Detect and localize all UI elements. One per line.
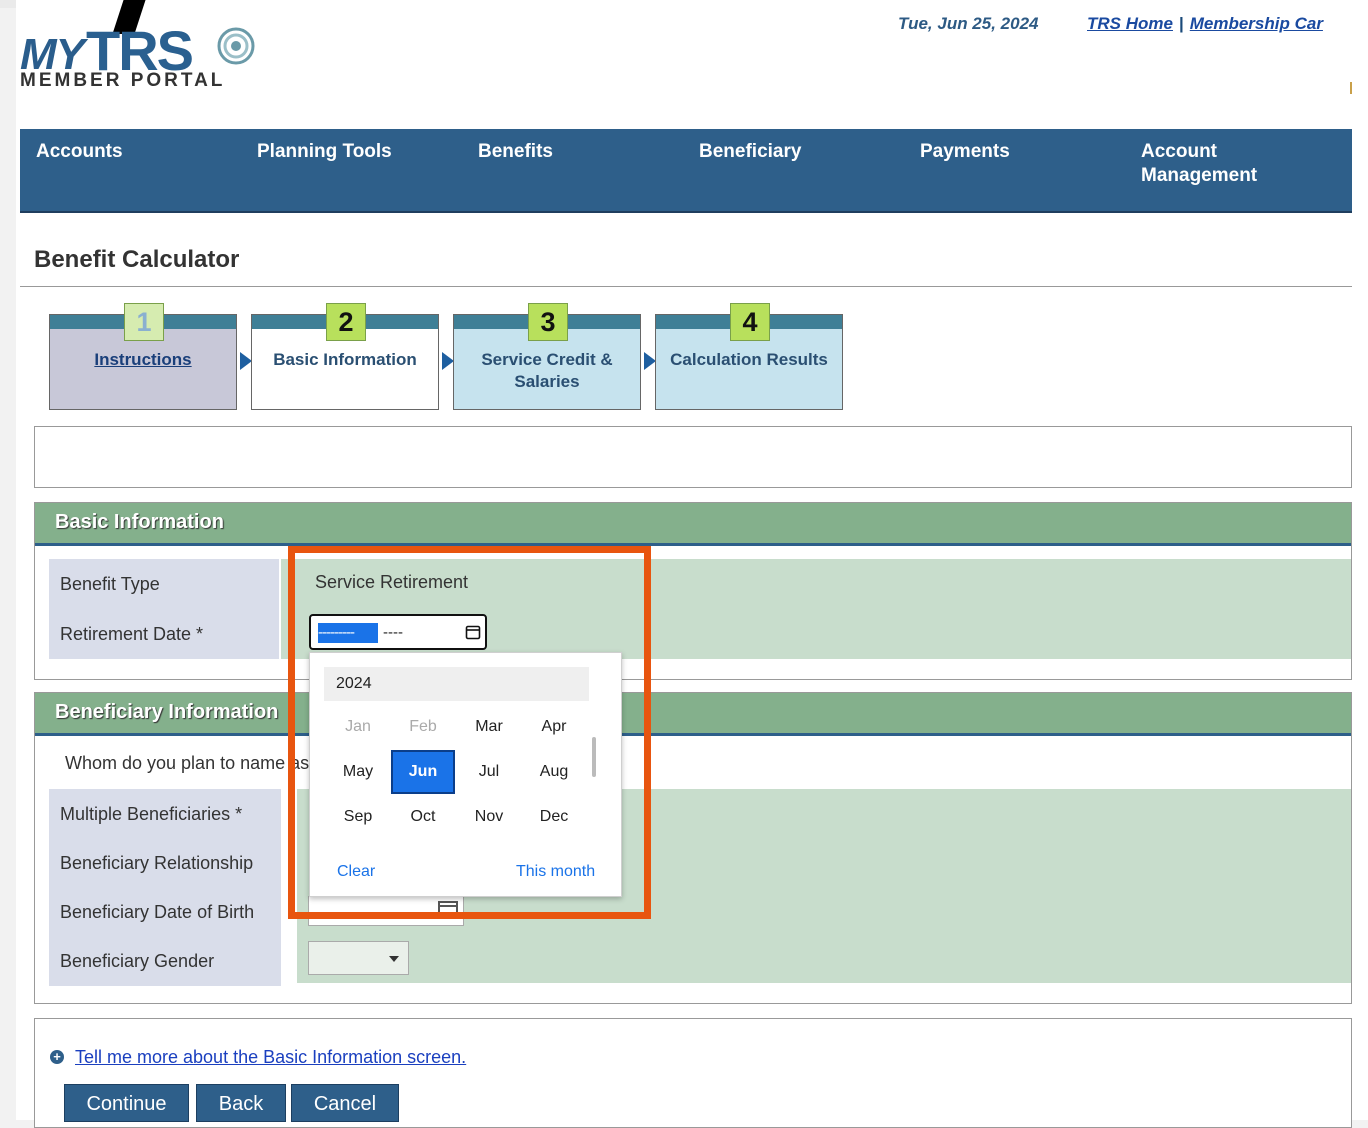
message-box xyxy=(34,426,1352,488)
step-basic-information: 2 Basic Information xyxy=(251,303,439,410)
beneficiary-gender-label: Beneficiary Gender xyxy=(49,936,281,986)
beneficiary-information-section: Beneficiary Information Whom do you plan… xyxy=(34,692,1352,1004)
month-aug[interactable]: Aug xyxy=(522,750,586,794)
step-label[interactable]: Instructions xyxy=(50,349,236,371)
mytrs-logo[interactable]: MY TRS MEMBER PORTAL xyxy=(20,18,260,98)
nav-payments[interactable]: Payments xyxy=(920,140,1010,164)
multiple-beneficiaries-label: Multiple Beneficiaries * xyxy=(49,789,281,839)
seal-icon xyxy=(217,27,255,65)
nav-accounts[interactable]: Accounts xyxy=(36,140,123,164)
benefit-type-label: Benefit Type xyxy=(49,559,279,609)
plus-circle-icon[interactable]: + xyxy=(50,1050,64,1064)
beneficiary-dob-label: Beneficiary Date of Birth xyxy=(49,887,281,937)
step-calculation-results: 4 Calculation Results xyxy=(655,303,843,410)
step-label: Service Credit & Salaries xyxy=(481,350,613,391)
current-date: Tue, Jun 25, 2024 xyxy=(898,14,1039,33)
logo-member-portal: MEMBER PORTAL xyxy=(20,70,226,91)
month-segment[interactable]: --------- xyxy=(318,623,378,643)
step-label: Basic Information xyxy=(273,350,417,369)
nav-planning-tools[interactable]: Planning Tools xyxy=(257,140,392,164)
nav-benefits[interactable]: Benefits xyxy=(478,140,553,164)
back-button[interactable]: Back xyxy=(196,1084,286,1122)
beneficiary-gender-select[interactable] xyxy=(308,941,409,975)
basic-information-section: Basic Information Benefit Type Retiremen… xyxy=(34,502,1352,680)
main-nav: Accounts Planning Tools Benefits Benefic… xyxy=(20,129,1352,213)
step-label: Calculation Results xyxy=(670,350,828,369)
month-oct[interactable]: Oct xyxy=(391,795,455,839)
membership-card-link[interactable]: Membership Car xyxy=(1190,14,1323,33)
month-nov[interactable]: Nov xyxy=(457,795,521,839)
section-header: Basic Information xyxy=(35,503,1351,546)
help-link[interactable]: Tell me more about the Basic Information… xyxy=(75,1047,466,1068)
decorative-mark xyxy=(1350,82,1352,94)
step-service-credit: 3 Service Credit & Salaries xyxy=(453,303,641,410)
beneficiary-relationship-label: Beneficiary Relationship xyxy=(49,838,281,888)
step-number: 3 xyxy=(528,303,568,341)
section-title: Basic Information xyxy=(55,511,224,533)
nav-account-management[interactable]: Account Management xyxy=(1141,140,1281,188)
beneficiary-question: Whom do you plan to name as xyxy=(65,753,310,773)
step-number: 4 xyxy=(730,303,770,341)
month-dec[interactable]: Dec xyxy=(522,795,586,839)
link-separator: | xyxy=(1178,14,1184,33)
continue-button[interactable]: Continue xyxy=(64,1084,189,1122)
picker-scrollbar[interactable] xyxy=(592,737,596,777)
nav-beneficiary[interactable]: Beneficiary xyxy=(699,140,801,164)
section-title: Beneficiary Information xyxy=(55,701,279,723)
step-number: 2 xyxy=(326,303,366,341)
retirement-date-input[interactable]: --------- ---- xyxy=(309,614,487,650)
clear-button[interactable]: Clear xyxy=(337,863,375,881)
picker-year[interactable]: 2024 xyxy=(324,667,589,701)
step-number: 1 xyxy=(124,303,164,341)
step-instructions[interactable]: 1 Instructions xyxy=(49,303,237,410)
month-apr[interactable]: Apr xyxy=(522,705,586,749)
benefit-type-value: Service Retirement xyxy=(315,572,469,592)
month-may[interactable]: May xyxy=(326,750,390,794)
chevron-down-icon xyxy=(389,956,399,962)
top-links: TRS Home | Membership Car xyxy=(1087,14,1323,34)
month-jun[interactable]: Jun xyxy=(391,750,455,794)
month-feb: Feb xyxy=(409,718,437,735)
month-picker-popup: 2024 Jan Feb Mar Apr May Jun Jul Aug Sep… xyxy=(309,652,622,897)
month-mar[interactable]: Mar xyxy=(457,705,521,749)
calendar-icon[interactable] xyxy=(465,624,481,640)
section-header: Beneficiary Information xyxy=(35,693,1351,736)
this-month-button[interactable]: This month xyxy=(516,863,595,881)
cancel-button[interactable]: Cancel xyxy=(291,1084,399,1122)
month-jan: Jan xyxy=(345,718,371,735)
year-segment[interactable]: ---- xyxy=(383,623,403,643)
page-title: Benefit Calculator xyxy=(34,246,240,273)
divider xyxy=(20,286,1352,287)
retirement-date-label: Retirement Date * xyxy=(49,609,279,659)
calendar-icon[interactable] xyxy=(437,898,459,918)
month-jul[interactable]: Jul xyxy=(457,750,521,794)
trs-home-link[interactable]: TRS Home xyxy=(1087,14,1173,33)
month-sep[interactable]: Sep xyxy=(326,795,390,839)
